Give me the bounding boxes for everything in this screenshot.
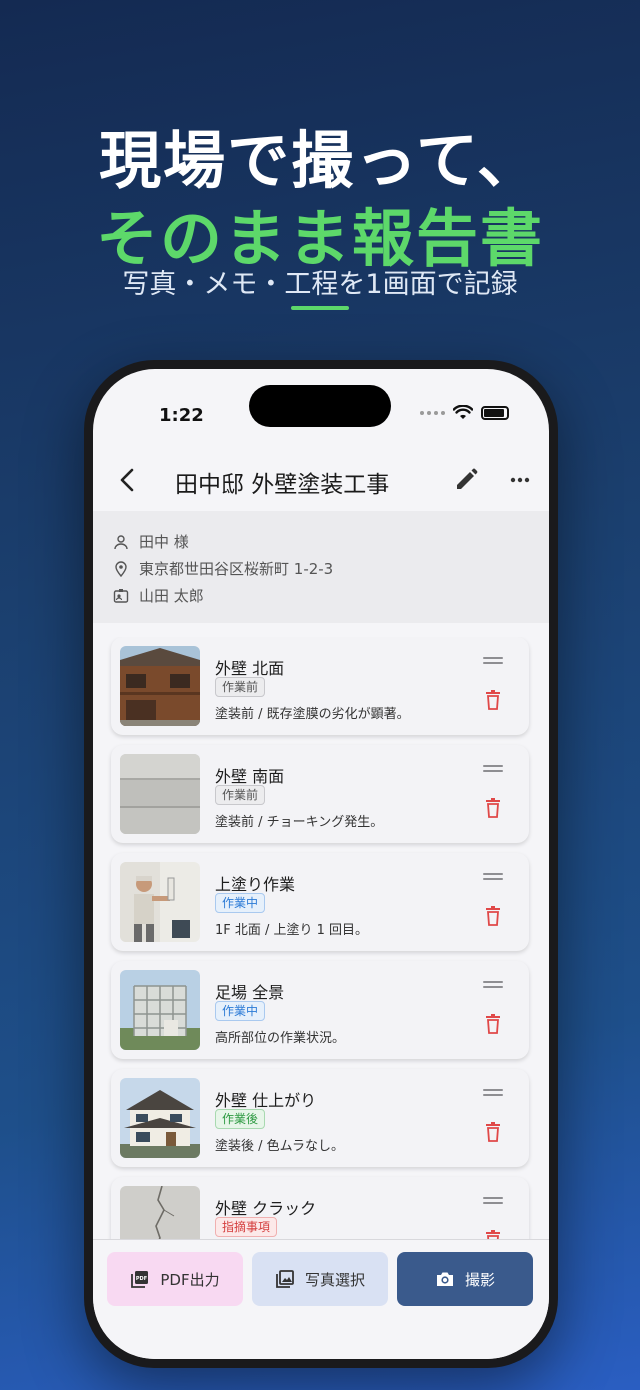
delete-icon[interactable] <box>483 797 503 819</box>
phone-frame: 1:22 田中邸 外壁塗装工事 田中 様 東京都世田谷区桜新町 1-2-3 山田… <box>84 360 558 1368</box>
entry-title: 足場 全景 <box>215 983 285 1002</box>
edit-icon[interactable] <box>453 467 479 493</box>
entry-note: 高所部位の作業状況。 <box>215 1031 346 1046</box>
pdf-export-label: PDF出力 <box>160 1270 220 1289</box>
promo-headline-line1: 現場で撮って、 <box>99 124 541 197</box>
page-title: 田中邸 外壁塗装工事 <box>175 472 390 498</box>
svg-text:PDF: PDF <box>136 1276 147 1282</box>
photo-entry-card[interactable]: 上塗り作業 作業中 1F 北面 / 上塗り 1 回目。 <box>111 853 529 951</box>
image-icon <box>276 1270 294 1288</box>
battery-icon <box>481 406 509 420</box>
entry-thumbnail[interactable] <box>120 970 200 1050</box>
take-photo-label: 撮影 <box>464 1270 495 1289</box>
phone-screen: 1:22 田中邸 外壁塗装工事 田中 様 東京都世田谷区桜新町 1-2-3 山田… <box>93 369 549 1359</box>
photo-entry-card[interactable]: 足場 全景 作業中 高所部位の作業状況。 <box>111 961 529 1059</box>
promo-subtitle: 写真・メモ・工程を1画面で記録 <box>122 269 518 300</box>
entry-status-tag: 作業中 <box>215 1001 266 1021</box>
staff-name: 山田 太郎 <box>139 587 204 605</box>
entry-note: 1F 北面 / 上塗り 1 回目。 <box>215 923 369 938</box>
take-photo-button[interactable]: 撮影 <box>397 1252 533 1306</box>
drag-handle-icon[interactable] <box>483 765 503 775</box>
entry-status-tag: 作業中 <box>215 893 266 913</box>
entry-thumbnail[interactable] <box>120 862 200 942</box>
select-photo-button[interactable]: 写真選択 <box>252 1252 388 1306</box>
pdf-export-button[interactable]: PDF PDF出力 <box>107 1252 243 1306</box>
entry-note: 塗装後 / 色ムラなし。 <box>215 1139 344 1154</box>
drag-handle-icon[interactable] <box>483 1197 503 1207</box>
entry-title: 外壁 北面 <box>215 659 285 678</box>
staff-row: 山田 太郎 <box>113 585 204 606</box>
delete-icon[interactable] <box>483 1121 503 1143</box>
entry-status-tag: 指摘事項 <box>215 1217 278 1237</box>
person-icon <box>114 534 128 549</box>
entry-title: 上塗り作業 <box>215 875 296 894</box>
back-icon[interactable] <box>113 465 143 495</box>
entry-thumbnail[interactable] <box>120 1078 200 1158</box>
site-address: 東京都世田谷区桜新町 1-2-3 <box>139 560 334 578</box>
status-icons <box>420 405 509 421</box>
entry-status-tag: 作業前 <box>215 677 266 697</box>
client-name: 田中 様 <box>139 533 189 551</box>
drag-handle-icon[interactable] <box>483 981 503 991</box>
dynamic-island <box>249 385 391 427</box>
camera-icon <box>436 1272 453 1286</box>
location-pin-icon <box>115 560 127 577</box>
entry-status-tag: 作業前 <box>215 785 266 805</box>
entry-thumbnail[interactable] <box>120 754 200 834</box>
signal-icon <box>420 411 445 415</box>
status-time: 1:22 <box>159 405 204 426</box>
photo-entry-card[interactable]: 外壁 北面 作業前 塗装前 / 既存塗膜の劣化が顕著。 <box>111 637 529 735</box>
entry-title: 外壁 南面 <box>215 767 285 786</box>
bottom-action-bar: PDF PDF出力 写真選択 撮影 <box>93 1239 549 1359</box>
photo-entry-list[interactable]: 外壁 北面 作業前 塗装前 / 既存塗膜の劣化が顕著。 外壁 南面 作業前 塗装… <box>93 637 549 1249</box>
drag-handle-icon[interactable] <box>483 873 503 883</box>
photo-entry-card[interactable]: 外壁 仕上がり 作業後 塗装後 / 色ムラなし。 <box>111 1069 529 1167</box>
drag-handle-icon[interactable] <box>483 1089 503 1099</box>
more-icon[interactable] <box>507 467 533 493</box>
delete-icon[interactable] <box>483 905 503 927</box>
entry-note: 塗装前 / チョーキング発生。 <box>215 815 384 830</box>
entry-title: 外壁 仕上がり <box>215 1091 317 1110</box>
photo-entry-card[interactable]: 外壁 南面 作業前 塗装前 / チョーキング発生。 <box>111 745 529 843</box>
client-row: 田中 様 <box>113 531 189 552</box>
promo-underline <box>291 306 349 310</box>
select-photo-label: 写真選択 <box>304 1270 365 1289</box>
entry-thumbnail[interactable] <box>120 646 200 726</box>
drag-handle-icon[interactable] <box>483 657 503 667</box>
wifi-icon <box>453 405 473 419</box>
address-row: 東京都世田谷区桜新町 1-2-3 <box>113 558 333 579</box>
app-bar: 田中邸 外壁塗装工事 <box>93 449 549 511</box>
entry-status-tag: 作業後 <box>215 1109 266 1129</box>
id-badge-icon <box>113 588 129 603</box>
delete-icon[interactable] <box>483 689 503 711</box>
entry-title: 外壁 クラック <box>215 1199 317 1218</box>
delete-icon[interactable] <box>483 1013 503 1035</box>
entry-note: 塗装前 / 既存塗膜の劣化が顕著。 <box>215 707 410 722</box>
project-info-panel: 田中 様 東京都世田谷区桜新町 1-2-3 山田 太郎 <box>93 511 549 623</box>
pdf-icon: PDF <box>131 1271 149 1288</box>
